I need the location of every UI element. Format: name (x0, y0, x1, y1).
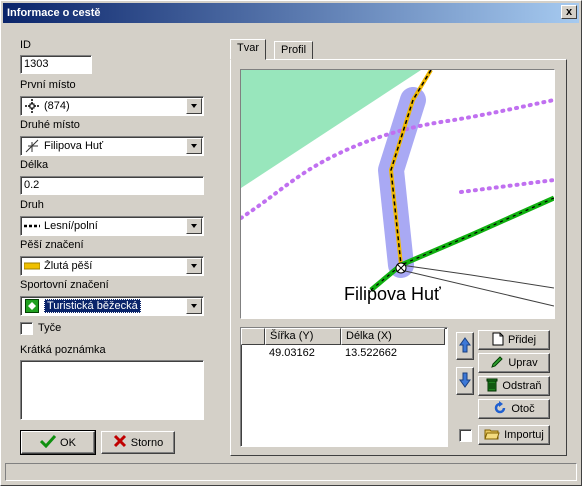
delete-button[interactable]: Odstraň (478, 376, 550, 396)
rotate-icon (493, 400, 507, 418)
id-field[interactable]: 1303 (20, 55, 92, 74)
ok-label: OK (60, 436, 76, 449)
delete-label: Odstraň (502, 380, 542, 392)
column-header-lon[interactable]: Délka (X) (341, 328, 445, 345)
hiking-label: Pěší značení (20, 239, 84, 251)
hiking-value: Žlutá pěší (44, 260, 93, 272)
cell-lat: 49.03162 (269, 347, 315, 359)
second-place-select[interactable]: Filipova Huť (20, 136, 204, 156)
arrow-down-icon (459, 372, 471, 391)
id-label: ID (20, 39, 31, 51)
coordinates-table[interactable]: Šířka (Y) Délka (X) 49.03162 13.522662 (240, 327, 448, 447)
status-bar (5, 463, 577, 481)
sport-label: Sportovní značení (20, 279, 109, 291)
ok-button[interactable]: OK (20, 430, 96, 455)
purple-trail-right (459, 178, 554, 194)
first-place-label: První místo (20, 79, 76, 91)
cancel-x-icon (113, 434, 127, 451)
pencil-icon (490, 355, 504, 372)
close-button[interactable]: x (561, 5, 577, 19)
chevron-down-icon (191, 144, 197, 148)
second-place-label: Druhé místo (20, 119, 80, 131)
crossroad-icon (24, 99, 40, 113)
hiking-dropdown-button[interactable] (186, 258, 202, 274)
poles-label: Tyče (38, 322, 62, 334)
type-select[interactable]: Lesní/polní (20, 216, 204, 236)
type-value: Lesní/polní (44, 220, 98, 232)
chevron-down-icon (191, 304, 197, 308)
sport-dropdown-button[interactable] (186, 298, 202, 314)
yellow-trail-icon (24, 259, 40, 273)
id-value: 1303 (24, 58, 49, 70)
cancel-label: Storno (130, 436, 164, 449)
chevron-down-icon (191, 104, 197, 108)
table-header: Šířka (Y) Délka (X) (241, 328, 447, 345)
sport-select[interactable]: Turistická běžecká (20, 296, 204, 316)
window-title: Informace o cestě (7, 7, 101, 19)
chevron-down-icon (191, 224, 197, 228)
import-button[interactable]: Importuj (478, 425, 550, 445)
note-textarea[interactable] (20, 360, 204, 420)
type-dropdown-button[interactable] (186, 218, 202, 234)
rotate-label: Otoč (511, 403, 535, 415)
rotate-button[interactable]: Otoč (478, 399, 550, 419)
chevron-down-icon (191, 264, 197, 268)
checkmark-icon (39, 434, 57, 451)
sport-value: Turistická běžecká (44, 299, 141, 313)
place-label: Filipova Huť (344, 284, 441, 304)
column-header-lat[interactable]: Šířka (Y) (265, 328, 341, 345)
title-bar[interactable]: Informace o cestě x (3, 3, 579, 23)
map-view[interactable]: Filipova Huť (240, 69, 555, 319)
hiking-select[interactable]: Žlutá pěší (20, 256, 204, 276)
table-header-spacer (241, 328, 265, 345)
junction-marker (395, 262, 407, 274)
folder-icon (484, 428, 500, 443)
new-document-icon (492, 332, 504, 349)
length-value: 0.2 (24, 179, 40, 191)
add-button[interactable]: Přidej (478, 330, 550, 350)
dashed-line-icon (24, 219, 40, 233)
table-row[interactable]: 49.03162 13.522662 (241, 345, 447, 361)
arrow-up-icon (459, 336, 471, 356)
edit-button[interactable]: Uprav (478, 353, 550, 373)
tab-profil-label: Profil (281, 44, 307, 56)
import-checkbox[interactable] (459, 429, 472, 442)
type-label: Druh (20, 199, 44, 211)
add-label: Přidej (507, 334, 537, 346)
edit-label: Uprav (508, 357, 538, 369)
poles-checkbox[interactable] (20, 322, 33, 335)
length-label: Délka (20, 159, 49, 171)
junction-icon (24, 139, 40, 153)
second-place-dropdown-button[interactable] (186, 138, 202, 154)
trash-icon (486, 378, 498, 395)
length-field[interactable]: 0.2 (20, 176, 204, 195)
first-place-dropdown-button[interactable] (186, 98, 202, 114)
note-label: Krátká poznámka (20, 344, 106, 356)
cell-lon: 13.522662 (345, 347, 397, 359)
close-icon: x (565, 5, 573, 18)
move-up-button[interactable] (456, 332, 474, 360)
cancel-button[interactable]: Storno (101, 431, 175, 454)
import-label: Importuj (504, 429, 544, 441)
first-place-select[interactable]: (874) (20, 96, 204, 116)
map-canvas: Filipova Huť (241, 70, 554, 307)
ski-trail-icon (24, 299, 40, 313)
first-place-value: (874) (44, 100, 70, 112)
move-down-button[interactable] (456, 367, 474, 395)
dialog-window: Informace o cestě x ID 1303 První místo … (0, 0, 582, 486)
tab-profil[interactable]: Profil (274, 41, 314, 59)
tab-tvar[interactable]: Tvar (230, 39, 266, 60)
tab-tvar-label: Tvar (237, 42, 259, 54)
second-place-value: Filipova Huť (44, 140, 104, 152)
